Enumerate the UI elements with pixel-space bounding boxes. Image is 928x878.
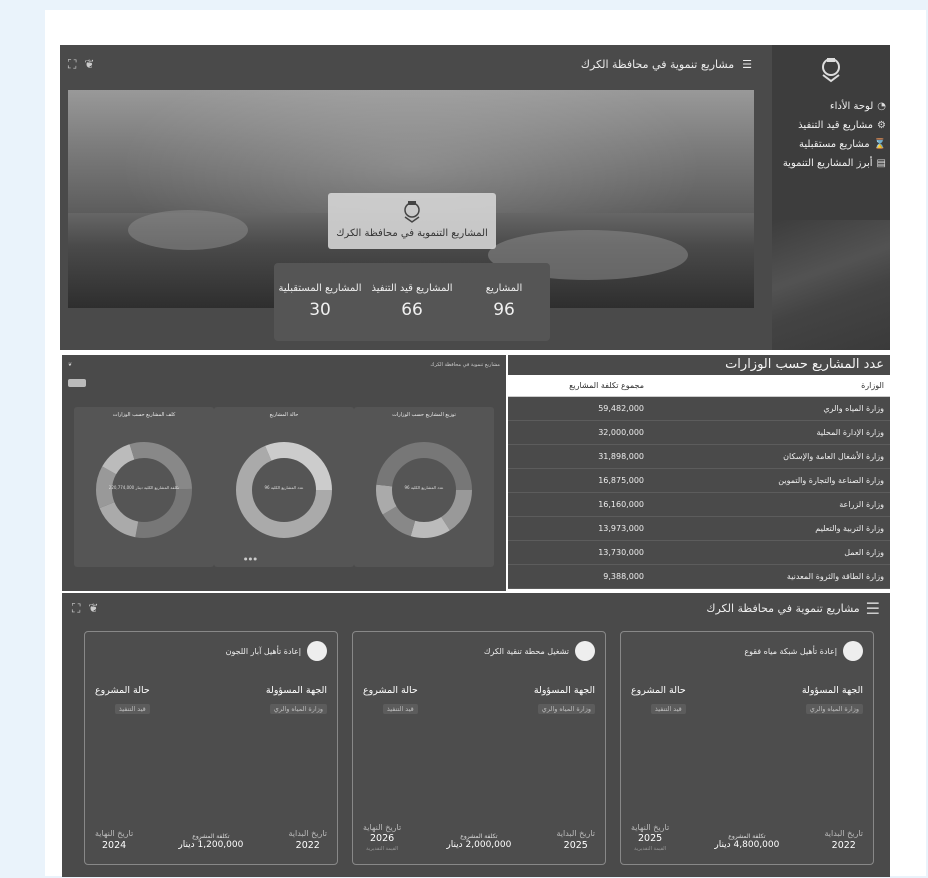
table-row[interactable]: وزارة الزراعة 16,160,000 (508, 493, 890, 517)
table-row[interactable]: وزارة الإدارة المحلية 32,000,000 (508, 421, 890, 445)
emblem-icon (822, 58, 840, 83)
brand-logo-small: ❦ (68, 362, 73, 368)
hero-caption: المشاريع التنموية في محافظة الكرك (336, 228, 488, 239)
project-card[interactable]: إعادة تأهيل شبكة مياه فقوع الجهة المسؤول… (620, 631, 874, 865)
emblem-icon (575, 641, 595, 661)
table-header: الوزارة مجموع تكلفة المشاريع (508, 375, 890, 397)
stat-in-progress: المشاريع قيد التنفيذ 66 (371, 283, 453, 320)
table-title: عدد المشاريع حسب الوزارات (508, 355, 890, 375)
mini-title: مشاريع تنموية في محافظة الكرك (430, 362, 500, 368)
sidebar-item-in-progress[interactable]: ⚙ مشاريع قيد التنفيذ (783, 116, 886, 135)
menu-icon[interactable]: ☰ (742, 58, 752, 71)
dashboard-icon: ◔ (877, 101, 886, 112)
emblem-icon (307, 641, 327, 661)
dashboard-section: ⛶ ❦ ☰ مشاريع تنموية في محافظة الكرك ◔ لوح… (60, 45, 890, 350)
sidebar-item-dashboard[interactable]: ◔ لوحة الأداء (783, 97, 886, 116)
mini-dashboard: ❦ مشاريع تنموية في محافظة الكرك كلف المش… (62, 355, 506, 591)
table-row[interactable]: وزارة التربية والتعليم 13,973,000 (508, 517, 890, 541)
ministry-chart-card: توزيع المشاريع حسب الوزارات عدد المشاريع… (354, 407, 494, 567)
projects-section: ☰ مشاريع تنموية في محافظة الكرك ❦ ⛶ إعاد… (62, 593, 890, 877)
table-row[interactable]: وزارة الطاقة والثروة المعدنية 9,388,000 (508, 565, 890, 589)
cost-donut-center: تكلفة المشاريع الكلية دينار 220,774,000 (109, 485, 179, 490)
status-chart-card: حالة المشاريع عدد المشاريع الكلية 96 ● ●… (214, 407, 354, 567)
filter-tag[interactable] (68, 379, 86, 387)
project-card[interactable]: إعادة تأهيل آبار اللجون الجهة المسؤولة وز… (84, 631, 338, 865)
status-donut-center: عدد المشاريع الكلية 96 (265, 485, 304, 490)
ministry-donut: عدد المشاريع الكلية 96 (376, 442, 472, 538)
stat-total: المشاريع 96 (485, 283, 523, 320)
gear-icon: ⚙ (877, 120, 886, 131)
page-title: مشاريع تنموية في محافظة الكرك (580, 57, 735, 71)
status-legend: ● ● ● (244, 556, 258, 561)
brand-logo: ❦ (84, 57, 95, 71)
sidebar: ◔ لوحة الأداء ⚙ مشاريع قيد التنفيذ ⌛ مشاريع… (772, 45, 890, 350)
stats-panel: المشاريع 96 المشاريع قيد التنفيذ 66 المشار… (274, 263, 550, 341)
table-row[interactable]: وزارة الصناعة والتجارة والتموين 16,875,00… (508, 469, 890, 493)
ministry-donut-center: عدد المشاريع الكلية 96 (405, 485, 444, 490)
cost-chart-card: كلف المشاريع حسب الوزارات تكلفة المشاريع… (74, 407, 214, 567)
project-card[interactable]: تشغيل محطة تنقية الكرك الجهة المسؤولة وزا… (352, 631, 606, 865)
sidebar-item-highlights[interactable]: ▤ أبرز المشاريع التنموية (783, 154, 886, 173)
brand-logo: ❦ (88, 601, 99, 615)
hero-caption-box: المشاريع التنموية في محافظة الكرك (328, 193, 496, 249)
table-row[interactable]: وزارة الأشغال العامة والإسكان 31,898,000 (508, 445, 890, 469)
sidebar-item-future[interactable]: ⌛ مشاريع مستقبلية (783, 135, 886, 154)
fullscreen-icon[interactable]: ⛶ (72, 601, 80, 616)
hourglass-icon: ⌛ (873, 139, 886, 150)
projects-title: مشاريع تنموية في محافظة الكرك (706, 601, 860, 615)
emblem-icon (843, 641, 863, 661)
menu-icon[interactable]: ☰ (866, 599, 880, 618)
stat-future: المشاريع المستقبلية 30 (278, 283, 362, 320)
table-row[interactable]: وزارة المياه والري 59,482,000 (508, 397, 890, 421)
table-row[interactable]: وزارة العمل 13,730,000 (508, 541, 890, 565)
cost-donut: تكلفة المشاريع الكلية دينار 220,774,000 (96, 442, 192, 538)
fullscreen-icon[interactable]: ⛶ (68, 57, 76, 72)
document-icon: ▤ (876, 158, 886, 169)
emblem-icon (404, 201, 420, 223)
ministries-table: عدد المشاريع حسب الوزارات الوزارة مجموع … (508, 355, 890, 591)
status-donut: عدد المشاريع الكلية 96 (236, 442, 332, 538)
top-bar: ⛶ ❦ ☰ مشاريع تنموية في محافظة الكرك (60, 45, 760, 83)
